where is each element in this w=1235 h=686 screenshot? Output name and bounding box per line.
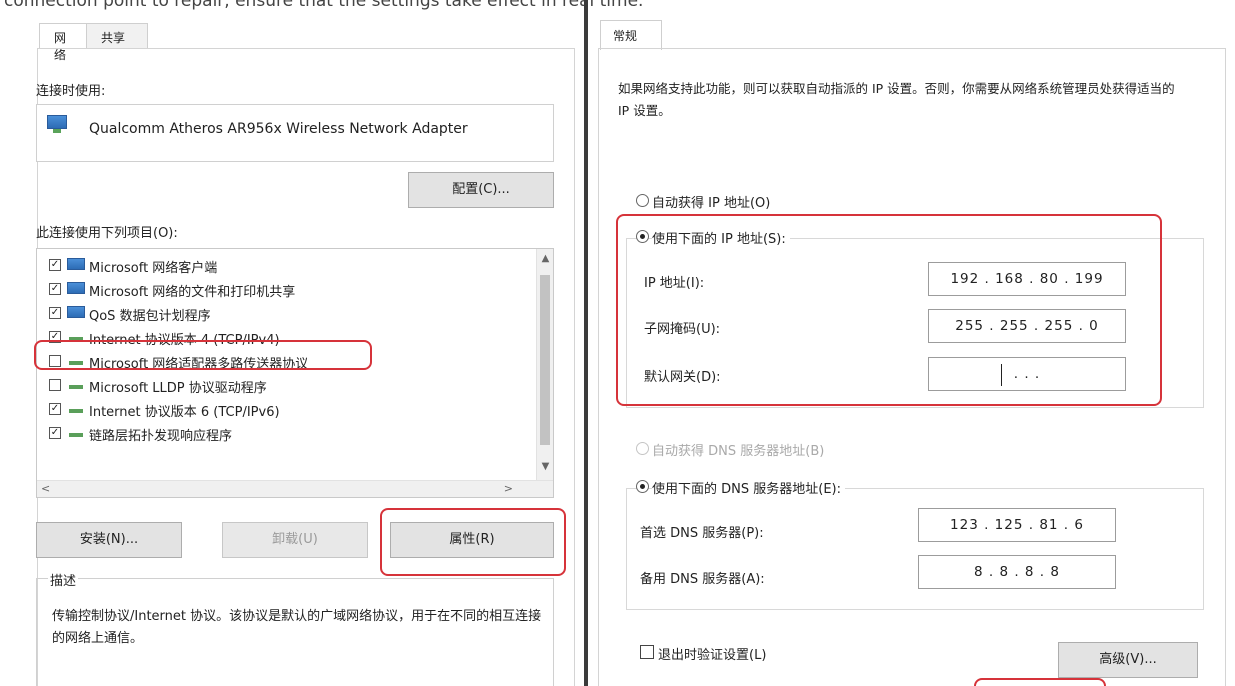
network-share-icon [67,282,85,294]
qos-icon [67,306,85,318]
horizontal-scrollbar[interactable]: < > [37,480,553,497]
install-button[interactable]: 安装(N)... [36,522,182,558]
configure-button[interactable]: 配置(C)... [408,172,554,208]
list-item[interactable]: ✓ QoS 数据包计划程序 [47,301,527,325]
adapter-box: Qualcomm Atheros AR956x Wireless Network… [36,104,554,162]
scroll-right-icon[interactable]: > [504,482,513,495]
description-text: 传输控制协议/Internet 协议。该协议是默认的广域网络协议，用于在不同的相… [52,609,542,646]
description-title: 描述 [48,570,79,589]
scroll-down-icon[interactable]: ▼ [537,461,553,477]
validate-settings-checkbox[interactable] [640,645,654,659]
network-adapter-icon [47,115,67,133]
list-item[interactable]: ✓ Internet 协议版本 6 (TCP/IPv6) [47,397,527,421]
advanced-button[interactable]: 高级(V)... [1058,642,1198,678]
checkbox[interactable]: ✓ [49,427,61,439]
checkbox[interactable]: ✓ [49,283,61,295]
protocol-icon [69,409,83,413]
tab-general[interactable]: 常规 [600,20,662,50]
validate-settings-label: 退出时验证设置(L) [658,648,767,663]
list-item-label: Internet 协议版本 6 (TCP/IPv6) [89,405,280,420]
list-item-label: QoS 数据包计划程序 [89,309,211,324]
preferred-dns-label: 首选 DNS 服务器(P): [640,526,764,541]
protocol-icon [69,433,83,437]
tab-network[interactable]: 网络 [39,23,87,62]
connection-properties-dialog: 网络 共享 连接时使用: Qualcomm Atheros AR956x Wir… [0,0,584,686]
ipv4-highlight [34,340,372,370]
manual-dns-label: 使用下面的 DNS 服务器地址(E): [652,478,845,497]
items-list[interactable]: ✓ Microsoft 网络客户端 ✓ Microsoft 网络的文件和打印机共… [36,248,554,498]
auto-dns-radio[interactable] [636,442,649,455]
scroll-left-icon[interactable]: < [41,482,50,495]
list-item-label: Microsoft LLDP 协议驱动程序 [89,381,267,396]
list-item-label: Microsoft 网络的文件和打印机共享 [89,285,296,300]
checkbox[interactable]: ✓ [49,259,61,271]
alternate-dns-field[interactable]: 8 . 8 . 8 . 8 [918,555,1116,589]
protocol-icon [69,385,83,389]
scroll-up-icon[interactable]: ▲ [537,253,553,269]
checkbox[interactable]: ✓ [49,307,61,319]
tab-sharing[interactable]: 共享 [86,23,148,49]
auto-dns-label: 自动获得 DNS 服务器地址(B) [652,444,825,459]
preferred-dns-field[interactable]: 123 . 125 . 81 . 6 [918,508,1116,542]
auto-ip-label: 自动获得 IP 地址(O) [652,196,771,211]
list-item[interactable]: ✓ Microsoft 网络的文件和打印机共享 [47,277,527,301]
list-item[interactable]: ✓ Microsoft 网络客户端 [47,253,527,277]
scroll-thumb[interactable] [540,275,550,445]
items-label: 此连接使用下列项目(O): [36,226,178,241]
manual-dns-group [626,488,1204,610]
network-client-icon [67,258,85,270]
list-item-label: Microsoft 网络客户端 [89,261,218,276]
ip-section-highlight [616,214,1162,406]
bottom-highlight [974,678,1106,686]
uninstall-button[interactable]: 卸载(U) [222,522,368,558]
vertical-scrollbar[interactable]: ▲ ▼ [536,249,553,481]
connect-using-label: 连接时使用: [36,84,106,99]
adapter-name: Qualcomm Atheros AR956x Wireless Network… [89,121,468,137]
list-item[interactable]: ✓ 链路层拓扑发现响应程序 [47,421,527,445]
manual-dns-radio[interactable] [636,480,649,493]
checkbox[interactable] [49,379,61,391]
properties-highlight [380,508,566,576]
alternate-dns-label: 备用 DNS 服务器(A): [640,572,765,587]
auto-ip-radio[interactable] [636,194,649,207]
ipv4-properties-dialog: 常规 如果网络支持此功能，则可以获取自动指派的 IP 设置。否则，你需要从网络系… [588,0,1235,686]
list-item-label: 链路层拓扑发现响应程序 [89,429,233,444]
checkbox[interactable]: ✓ [49,403,61,415]
list-item[interactable]: Microsoft LLDP 协议驱动程序 [47,373,527,397]
intro-text: 如果网络支持此功能，则可以获取自动指派的 IP 设置。否则，你需要从网络系统管理… [618,81,1175,118]
